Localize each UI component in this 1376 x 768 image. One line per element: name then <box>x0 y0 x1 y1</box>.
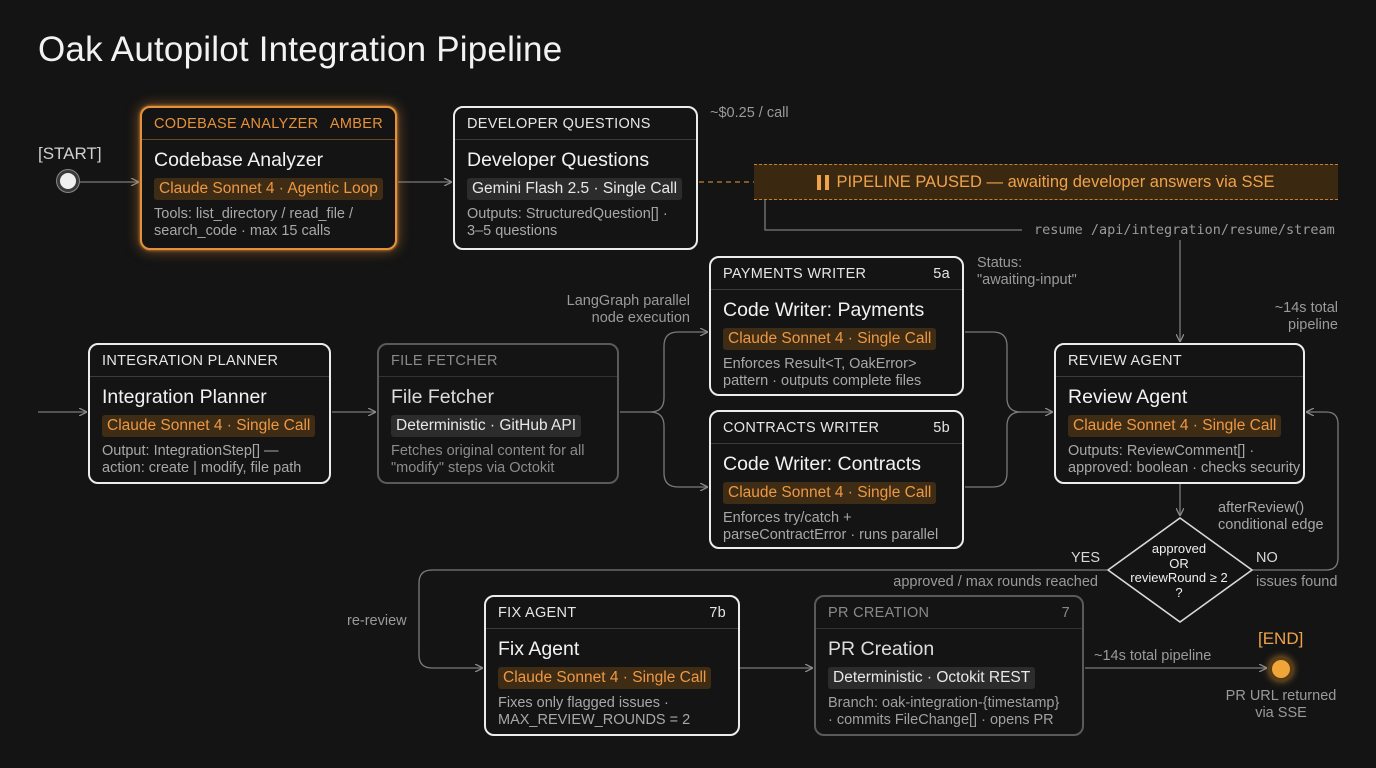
node-integration-planner[interactable]: INTEGRATION PLANNER Integration Planner … <box>88 343 331 484</box>
edge-contracts-review <box>965 411 1022 488</box>
node-description: Tools: list_directory / read_file / searc… <box>154 206 354 239</box>
node-developer-questions[interactable]: DEVELOPER QUESTIONS Developer Questions … <box>453 106 698 250</box>
edge-payments-review <box>965 331 1052 412</box>
node-tag: 5a <box>933 265 950 282</box>
langgraph-label: LangGraph parallel node execution <box>566 293 690 326</box>
decision-condition: approved OR reviewRound ≥ 2? <box>1130 541 1228 600</box>
page-title: Oak Autopilot Integration Pipeline <box>38 30 563 69</box>
node-title: Code Writer: Contracts <box>723 453 921 475</box>
node-header: PAYMENTS WRITER 5a <box>711 258 962 290</box>
node-fix-agent[interactable]: FIX AGENT 7b Fix Agent Claude Sonnet 4 · … <box>484 595 740 736</box>
paused-text: PIPELINE PAUSED — awaiting developer ans… <box>836 172 1275 191</box>
pause-icon <box>817 174 830 190</box>
node-tag: 5b <box>933 419 950 436</box>
node-description: Fixes only flagged issues · MAX_REVIEW_RO… <box>498 695 691 728</box>
node-title: Code Writer: Payments <box>723 299 925 321</box>
node-description: Enforces try/catch + parseContractError ·… <box>723 510 939 543</box>
model-badge: Claude Sonnet 4 · Agentic Loop <box>154 178 383 200</box>
node-header: REVIEW AGENT <box>1056 345 1303 377</box>
start-node[interactable] <box>57 170 79 192</box>
node-header: FILE FETCHER <box>379 345 617 377</box>
start-label: [START] <box>38 144 102 163</box>
node-header: INTEGRATION PLANNER <box>90 345 329 377</box>
pr-url-label: PR URL returned via SSE <box>1225 688 1337 721</box>
approved-reached-label: approved / max rounds reached <box>893 574 1098 590</box>
model-badge: Claude Sonnet 4 · Single Call <box>498 667 712 689</box>
total-time-label: ~14s total pipeline <box>1274 300 1338 333</box>
resume-endpoint-label: resume /api/integration/resume/stream <box>1034 222 1335 238</box>
end-label: [END] <box>1258 629 1304 648</box>
model-badge: Gemini Flash 2.5 · Single Call <box>467 178 683 200</box>
node-description: Outputs: ReviewComment[] · approved: bool… <box>1068 443 1301 476</box>
node-description: Output: IntegrationStep[] — action: creat… <box>102 443 302 476</box>
yes-label: YES <box>1071 550 1101 566</box>
node-header: FIX AGENT 7b <box>486 597 738 629</box>
node-header: DEVELOPER QUESTIONS <box>455 108 696 140</box>
node-codebase-analyzer[interactable]: CODEBASE ANALYZER AMBER Codebase Analyzer… <box>140 106 397 250</box>
pipeline-paused-banner: PIPELINE PAUSED — awaiting developer ans… <box>754 164 1338 200</box>
node-title: Review Agent <box>1068 386 1188 408</box>
end-node[interactable] <box>1269 657 1293 681</box>
total-pipeline-label: ~14s total pipeline <box>1094 648 1212 664</box>
node-title: Integration Planner <box>102 386 267 408</box>
node-title: Developer Questions <box>467 149 650 171</box>
node-title: PR Creation <box>828 638 935 660</box>
issues-found-label: issues found <box>1256 574 1338 590</box>
model-badge: Deterministic · Octokit REST <box>828 667 1036 689</box>
no-label: NO <box>1256 550 1278 566</box>
node-description: Branch: oak-integration-{timestamp} · com… <box>828 695 1060 728</box>
node-description: Enforces Result<T, OakError> pattern · ou… <box>723 356 922 389</box>
node-tag: 7b <box>709 604 726 621</box>
model-badge: Deterministic · GitHub API <box>391 415 582 437</box>
node-title: Fix Agent <box>498 638 580 660</box>
edge-fetcher-contracts <box>649 411 707 487</box>
node-payments-writer[interactable]: PAYMENTS WRITER 5a Code Writer: Payments … <box>709 256 964 396</box>
node-file-fetcher[interactable]: FILE FETCHER File Fetcher Deterministic … <box>377 343 619 484</box>
after-review-label: afterReview() conditional edge <box>1218 500 1324 533</box>
edge-paused-resume <box>764 200 1022 231</box>
node-title: File Fetcher <box>391 386 494 408</box>
node-description: Fetches original content for all "modify"… <box>391 443 585 476</box>
node-description: Outputs: StructuredQuestion[] · 3–5 quest… <box>467 206 668 239</box>
node-pr-creation[interactable]: PR CREATION 7 PR Creation Deterministic ·… <box>814 595 1084 736</box>
node-header: CONTRACTS WRITER 5b <box>711 412 962 444</box>
edge-fetcher-payments <box>620 332 707 413</box>
node-header: PR CREATION 7 <box>816 597 1082 629</box>
node-tag: 7 <box>1061 604 1070 621</box>
status-label: Status: "awaiting-input" <box>977 255 1077 288</box>
model-badge: Claude Sonnet 4 · Single Call <box>723 328 937 350</box>
node-contracts-writer[interactable]: CONTRACTS WRITER 5b Code Writer: Contract… <box>709 410 964 549</box>
cost-label: ~$0.25 / call <box>710 105 789 121</box>
node-tag: AMBER <box>329 115 383 132</box>
node-header: CODEBASE ANALYZER AMBER <box>142 108 395 140</box>
re-review-label: re-review <box>347 613 407 629</box>
model-badge: Claude Sonnet 4 · Single Call <box>1068 415 1282 437</box>
node-title: Codebase Analyzer <box>154 149 324 171</box>
node-review-agent[interactable]: REVIEW AGENT Review Agent Claude Sonnet … <box>1054 343 1305 484</box>
model-badge: Claude Sonnet 4 · Single Call <box>723 482 937 504</box>
model-badge: Claude Sonnet 4 · Single Call <box>102 415 316 437</box>
